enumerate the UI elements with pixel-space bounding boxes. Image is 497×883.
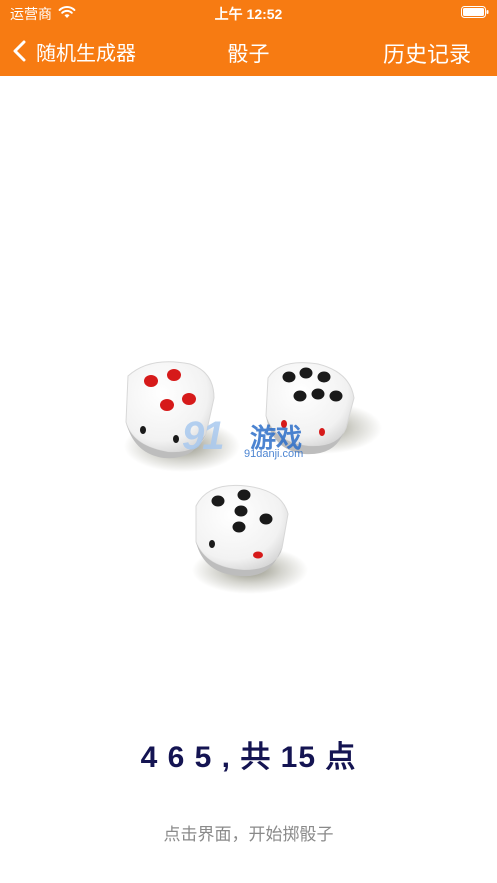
roll-result: 4 6 5 , 共 15 点 bbox=[140, 741, 357, 774]
watermark-logo: 91 游戏 91danji.com bbox=[182, 414, 322, 464]
history-button[interactable]: 历史记录 bbox=[383, 37, 471, 69]
status-time: 上午 12:52 bbox=[214, 6, 283, 22]
die-3 bbox=[192, 484, 308, 594]
top-bar: 运营商 上午 12:52 随机生成器 骰子 历史记录 bbox=[0, 0, 497, 76]
dice-tap-area[interactable]: 91 游戏 91danji.com 4 6 5 , 共 15 点 点击界面，开始… bbox=[0, 76, 497, 883]
battery-icon bbox=[461, 6, 489, 18]
status-bar: 运营商 上午 12:52 bbox=[0, 0, 497, 24]
watermark-number: 91 bbox=[182, 414, 224, 458]
watermark-domain: 91danji.com bbox=[244, 448, 304, 460]
dice-screen: 运营商 上午 12:52 随机生成器 骰子 历史记录 91 游戏 91danji… bbox=[0, 0, 497, 883]
navigation-bar: 随机生成器 骰子 历史记录 bbox=[0, 26, 497, 76]
tap-hint: 点击界面，开始掷骰子 bbox=[163, 825, 334, 844]
